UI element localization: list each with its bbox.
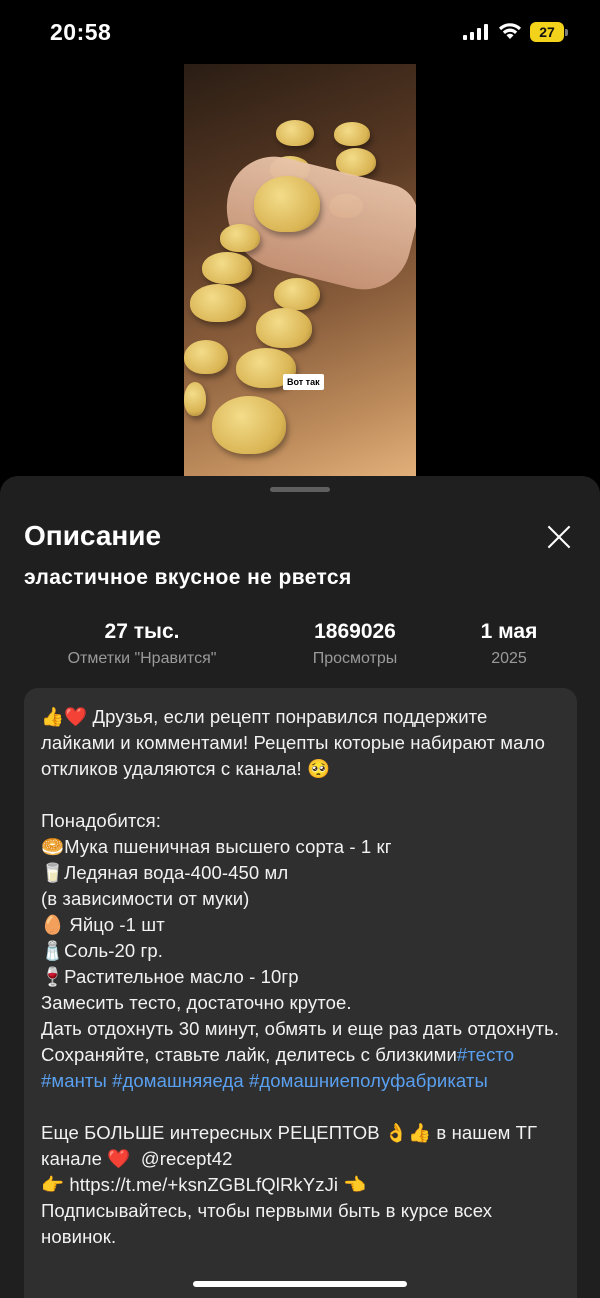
- battery-icon: 27: [530, 22, 568, 42]
- sheet-title: Описание: [24, 520, 162, 551]
- likes-stat: 27 тыс. Отметки "Нравится": [42, 620, 242, 668]
- video-stats: 27 тыс. Отметки "Нравится" 1869026 Просм…: [0, 620, 600, 676]
- description-text: 👍❤️ Друзья, если рецепт понравился подде…: [41, 704, 566, 1250]
- video-player[interactable]: Вот так: [184, 64, 416, 476]
- wifi-icon: [499, 23, 521, 39]
- video-title: эластичное вкусное не рвется: [24, 566, 352, 589]
- description-card: 👍❤️ Друзья, если рецепт понравился подде…: [24, 688, 577, 1298]
- battery-level: 27: [539, 24, 555, 40]
- sheet-grabber[interactable]: [270, 487, 330, 492]
- publish-date: 1 мая: [480, 620, 538, 643]
- description-intro: 👍❤️ Друзья, если рецепт понравился подде…: [41, 706, 560, 1065]
- views-count: 1869026: [314, 620, 396, 643]
- status-time: 20:58: [50, 19, 112, 45]
- video-caption: Вот так: [283, 374, 324, 390]
- publish-year: 2025: [491, 650, 527, 667]
- signal-icon: [463, 24, 488, 40]
- close-icon[interactable]: [546, 524, 572, 550]
- status-bar: 20:58 27: [0, 0, 600, 64]
- date-stat: 1 мая 2025: [458, 620, 560, 668]
- description-outro: Еще БОЛЬШЕ интересных РЕЦЕПТОВ 👌👍 в наше…: [41, 1122, 538, 1247]
- likes-label: Отметки "Нравится": [67, 650, 217, 667]
- description-sheet: Описание эластичное вкусное не рвется 27…: [0, 476, 600, 1298]
- views-stat: 1869026 Просмотры: [282, 620, 428, 668]
- home-indicator[interactable]: [193, 1281, 407, 1287]
- likes-count: 27 тыс.: [104, 620, 180, 643]
- views-label: Просмотры: [312, 650, 398, 667]
